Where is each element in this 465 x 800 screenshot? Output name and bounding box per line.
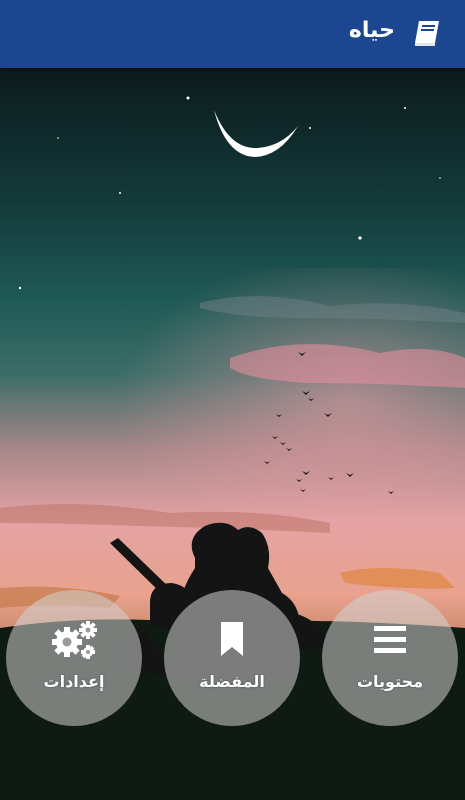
app-bar: حياه: [0, 0, 465, 68]
app-title: حياه: [348, 18, 395, 43]
menu-lines-icon: [374, 626, 406, 653]
book-icon[interactable]: [411, 17, 443, 49]
gears-icon: [52, 621, 97, 659]
contents-button[interactable]: محتويات: [322, 590, 458, 726]
settings-label: إعدادات: [43, 672, 105, 691]
settings-button[interactable]: إعدادات: [6, 590, 142, 726]
favorites-button[interactable]: المفضلة: [164, 590, 300, 726]
bookmark-icon: [221, 622, 243, 656]
contents-label: محتويات: [356, 672, 424, 691]
favorites-label: المفضلة: [199, 672, 265, 691]
